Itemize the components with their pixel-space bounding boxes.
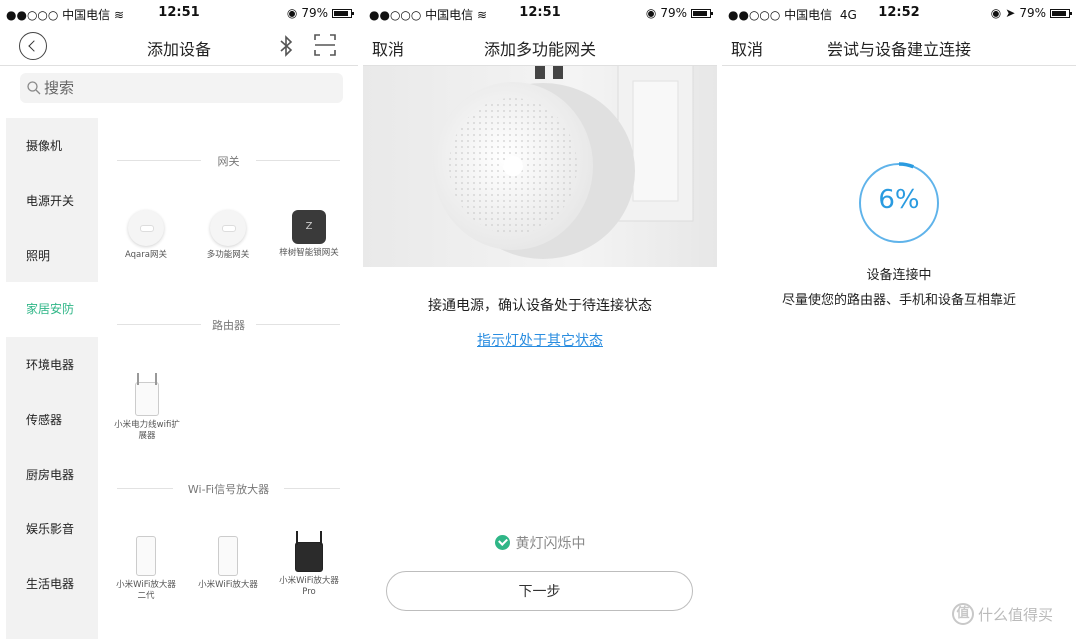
sidebar-item-entertainment[interactable]: 娱乐影音 xyxy=(6,514,98,544)
battery-icon xyxy=(691,8,713,18)
battery-percent: 79% xyxy=(301,6,328,20)
connecting-status: 设备连接中 xyxy=(866,268,932,283)
extender-device-icon xyxy=(135,373,159,416)
status-bar: ●●○○○ 中国电信 4G 12:52 ◉ ➤ 79% xyxy=(722,0,1076,26)
device-powerline-extender[interactable]: 小米电力线wifi扩展器 xyxy=(114,372,180,442)
battery-status: ◉ 79% xyxy=(645,6,713,20)
sidebar-item-appliances[interactable]: 生活电器 xyxy=(6,569,98,599)
battery-percent: 79% xyxy=(660,6,687,20)
page-title: 添加设备 xyxy=(146,40,211,59)
section-header-router: 路由器 xyxy=(117,314,340,334)
add-device-screen: ●●○○○ 中国电信 ≋ 12:51 ◉ 79% 添加设备 摄像机 电源开关 照… xyxy=(0,0,358,639)
checkbox-label: 黄灯闪烁中 xyxy=(515,536,586,552)
battery-status: ◉ ➤ 79% xyxy=(990,6,1072,20)
watermark: 值 什么值得买 xyxy=(952,603,1053,625)
device-lock-gateway[interactable]: Z 梓树智能锁网关 xyxy=(276,210,342,259)
gateway-photo xyxy=(363,66,717,267)
device-wifi-amplifier-pro[interactable]: 小米WiFi放大器Pro xyxy=(276,531,342,598)
bluetooth-icon[interactable] xyxy=(276,34,296,58)
connecting-screen: ●●○○○ 中国电信 4G 12:52 ◉ ➤ 79% 取消 尝试与设备建立连接… xyxy=(722,0,1076,639)
nav-bar: 取消 添加多功能网关 xyxy=(363,26,717,66)
battery-status: ◉ 79% xyxy=(286,6,354,20)
progress-ring: 6% xyxy=(857,161,941,245)
location-icon: ➤ xyxy=(1005,6,1016,20)
sidebar-item-home-security[interactable]: 家居安防 xyxy=(6,282,98,337)
rotation-lock-icon: ◉ xyxy=(645,6,657,20)
amplifier-pro-device-icon xyxy=(295,531,323,572)
amplifier-device-icon xyxy=(136,536,156,576)
sidebar-item-environment[interactable]: 环境电器 xyxy=(6,350,98,380)
sidebar-item-sensors[interactable]: 传感器 xyxy=(6,405,98,435)
check-circle-icon xyxy=(494,535,510,550)
sidebar-item-power-switch[interactable]: 电源开关 xyxy=(6,186,98,216)
search-box[interactable] xyxy=(20,73,343,103)
battery-icon xyxy=(1050,8,1072,18)
device-wifi-amplifier-2[interactable]: 小米WiFi放大器二代 xyxy=(113,536,179,602)
page-title: 添加多功能网关 xyxy=(483,40,596,59)
battery-icon xyxy=(332,8,354,18)
section-header-wifi-amplifier: Wi-Fi信号放大器 xyxy=(117,478,340,498)
watermark-logo: 值 xyxy=(952,603,974,625)
rotation-lock-icon: ◉ xyxy=(990,6,1002,20)
category-sidebar: 摄像机 电源开关 照明 家居安防 环境电器 传感器 厨房电器 娱乐影音 生活电器 xyxy=(6,118,98,639)
sidebar-item-camera[interactable]: 摄像机 xyxy=(6,131,98,161)
nav-bar: 取消 尝试与设备建立连接 xyxy=(722,26,1076,66)
rotation-lock-icon: ◉ xyxy=(286,6,298,20)
yellow-light-checkbox[interactable]: 黄灯闪烁中 xyxy=(363,533,717,553)
device-multifunction-gateway[interactable]: 多功能网关 xyxy=(195,210,261,261)
next-button[interactable]: 下一步 xyxy=(386,571,693,611)
nav-bar: 添加设备 xyxy=(0,26,358,66)
battery-percent: 79% xyxy=(1019,6,1046,20)
lock-gateway-icon: Z xyxy=(292,210,326,244)
gateway-device-icon xyxy=(128,210,164,246)
connecting-hint: 尽量使您的路由器、手机和设备互相靠近 xyxy=(781,293,1016,308)
section-header-gateway: 网关 xyxy=(117,150,340,170)
sidebar-item-lighting[interactable]: 照明 xyxy=(6,241,98,271)
status-bar: ●●○○○ 中国电信 ≋ 12:51 ◉ 79% xyxy=(0,0,358,26)
progress-percent: 6% xyxy=(878,185,920,215)
search-icon xyxy=(27,81,41,95)
progress-arc xyxy=(898,162,915,169)
page-title: 尝试与设备建立连接 xyxy=(826,40,971,59)
device-aqara-gateway[interactable]: Aqara网关 xyxy=(113,210,179,261)
add-gateway-screen: ●●○○○ 中国电信 ≋ 12:51 ◉ 79% 取消 添加多功能网关 接通电源… xyxy=(363,0,717,639)
status-bar: ●●○○○ 中国电信 ≋ 12:51 ◉ 79% xyxy=(363,0,717,26)
gateway-device-icon xyxy=(210,210,246,246)
device-wifi-amplifier[interactable]: 小米WiFi放大器 xyxy=(195,536,261,591)
amplifier-device-icon xyxy=(218,536,238,576)
instruction-text: 接通电源，确认设备处于待连接状态 xyxy=(428,298,652,314)
scan-icon[interactable] xyxy=(314,34,336,56)
sidebar-item-kitchen[interactable]: 厨房电器 xyxy=(6,460,98,490)
search-input[interactable] xyxy=(44,73,334,103)
other-state-link[interactable]: 指示灯处于其它状态 xyxy=(363,330,717,350)
